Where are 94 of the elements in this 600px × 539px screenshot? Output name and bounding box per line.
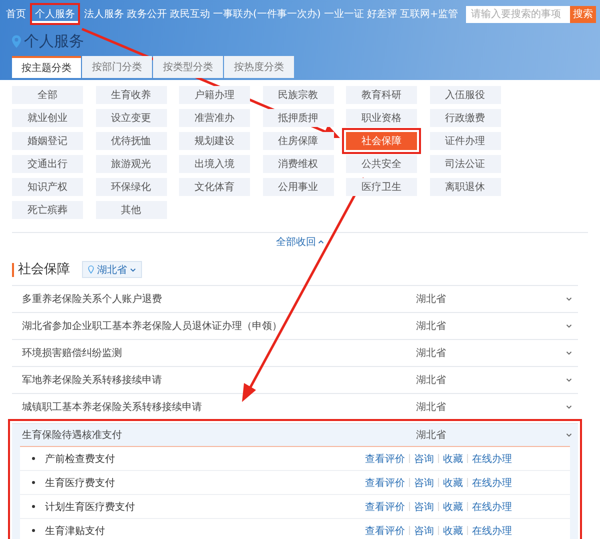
region-dropdown[interactable]: 湖北省 [82,261,142,278]
nav-link[interactable]: 个人服务 [30,3,80,25]
category-button[interactable]: 公用事业 [262,178,334,196]
region-label: 湖北省 [416,320,447,333]
service-item[interactable]: 多重养老保险关系个人账户退费 湖北省 [12,285,578,312]
category-button[interactable]: 户籍办理 [179,86,250,104]
action-link[interactable]: 收藏 [443,452,463,466]
collapse-all-link[interactable]: 全部收回 [276,235,324,249]
tab[interactable]: 按部门分类 [82,56,152,78]
bullet-icon [32,529,35,532]
tab[interactable]: 按类型分类 [153,56,223,78]
category-button[interactable]: 消费维权 [262,155,334,173]
category-button[interactable]: 职业资格 [346,109,417,127]
action-link[interactable]: 在线办理 [472,524,512,538]
category-button[interactable]: 生育收养 [96,86,166,104]
chevron-down-icon [566,405,572,409]
region-label: 湖北省 [416,346,447,360]
action-link[interactable]: 在线办理 [472,452,512,466]
location-pin-icon [12,34,21,48]
service-item[interactable]: 环境损害赔偿纠纷监测 湖北省 [12,339,578,366]
category-button[interactable]: 环保绿化 [96,178,166,196]
nav-link[interactable]: 法人服务 [84,5,124,23]
page-title: 个人服务 [24,32,84,50]
category-button[interactable]: 公共安全 [346,155,417,173]
sub-service-name: 生育津贴支付 [45,524,106,538]
chevron-down-icon [566,351,572,355]
bullet-icon [32,457,35,460]
category-button[interactable]: 行政缴费 [430,109,500,127]
category-button[interactable]: 就业创业 [12,109,83,127]
section-title: 社会保障 [12,262,70,276]
category-button[interactable]: 准营准办 [179,109,250,127]
action-link[interactable]: 收藏 [443,500,463,514]
nav-link[interactable]: 首页 [6,5,26,23]
category-button[interactable]: 离职退休 [430,178,500,196]
action-link[interactable]: 查看评价 [365,524,405,538]
sub-service-name: 产前检查费支付 [45,452,116,466]
bullet-icon [32,505,35,508]
category-button[interactable]: 抵押质押 [262,109,334,127]
region-label: 湖北省 [416,428,447,442]
chevron-down-icon [130,268,136,272]
category-button[interactable]: 证件办理 [430,132,500,150]
search-field[interactable]: 请输入要搜索的事项 [466,6,570,22]
chevron-down-icon [566,324,572,328]
service-name: 生育保险待遇核准支付 [22,428,123,442]
service-name: 多重养老保险关系个人账户退费 [22,292,163,306]
category-button[interactable]: 司法公证 [430,155,500,173]
category-button[interactable]: 文化体育 [179,178,250,196]
service-name: 湖北省参加企业职工基本养老保险人员退休证办理（申领） [22,320,283,333]
category-button[interactable]: 知识产权 [12,178,83,196]
chevron-down-icon [566,297,572,301]
nav-link[interactable]: 政务公开 [127,5,167,23]
category-button[interactable]: 死亡殡葬 [12,201,83,219]
action-link[interactable]: 咨询 [414,524,434,538]
action-link[interactable]: 咨询 [414,476,434,490]
category-button[interactable]: 教育科研 [346,86,417,104]
service-name: 环境损害赔偿纠纷监测 [22,346,123,360]
bullet-icon [32,481,35,484]
action-link[interactable]: 查看评价 [365,476,405,490]
action-link[interactable]: 在线办理 [472,476,512,490]
category-button[interactable]: 规划建设 [179,132,250,150]
category-button[interactable]: 出境入境 [179,155,250,173]
category-button[interactable]: 其他 [96,201,166,219]
service-name: 城镇职工基本养老保险关系转移接续申请 [22,400,203,414]
category-button[interactable]: 设立变更 [96,109,166,127]
category-button[interactable]: 入伍服役 [430,86,500,104]
chevron-down-icon [566,433,572,437]
sub-service-name: 计划生育医疗费支付 [45,500,136,514]
chevron-down-icon [566,378,572,382]
service-name: 军地养老保险关系转移接续申请 [22,374,163,387]
category-button[interactable]: 交通出行 [12,155,83,173]
action-link[interactable]: 在线办理 [472,500,512,514]
chevron-up-icon [318,240,324,244]
action-link[interactable]: 收藏 [443,524,463,538]
action-link[interactable]: 收藏 [443,476,463,490]
action-link[interactable]: 咨询 [414,500,434,514]
category-button[interactable]: 婚姻登记 [12,132,83,150]
category-button[interactable]: 优待抚恤 [96,132,166,150]
region-label: 湖北省 [416,292,447,306]
region-label: 湖北省 [416,374,447,387]
category-button[interactable]: 医疗卫生 [346,178,417,196]
category-button[interactable]: 社会保障 [346,132,417,150]
category-button[interactable]: 旅游观光 [96,155,166,173]
sub-service-name: 生育医疗费支付 [45,476,116,490]
tab[interactable]: 按热度分类 [224,56,294,78]
action-link[interactable]: 咨询 [414,452,434,466]
service-item[interactable]: 湖北省参加企业职工基本养老保险人员退休证办理（申领） 湖北省 [12,312,578,339]
region-label: 湖北省 [416,400,447,414]
category-button[interactable]: 全部 [12,86,83,104]
category-button[interactable]: 民族宗教 [262,86,334,104]
action-link[interactable]: 查看评价 [365,500,405,514]
action-link[interactable]: 查看评价 [365,452,405,466]
category-button[interactable]: 住房保障 [262,132,334,150]
tab[interactable]: 按主题分类 [12,56,81,78]
location-pin-icon [88,265,94,274]
